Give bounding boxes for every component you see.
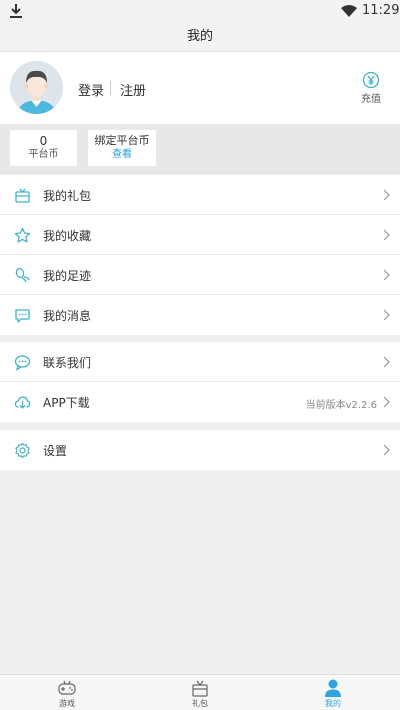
tab-label: 我的 [325, 699, 341, 708]
menu-item-label: 我的消息 [43, 309, 92, 323]
menu-item-settings[interactable]: 设置 [0, 430, 400, 470]
menu-item-label: 我的收藏 [43, 229, 92, 243]
platform-coin-card[interactable]: 0 平台币 [10, 130, 77, 166]
menu-item-app-download[interactable]: APP下载 当前版本v2.2.6 [0, 382, 400, 422]
download-icon [10, 4, 22, 18]
register-link[interactable]: 注册 [120, 80, 146, 99]
menu-item-my-favorites[interactable]: 我的收藏 [0, 215, 400, 255]
platform-coin-value: 0 [39, 134, 48, 148]
menu-item-label: 设置 [43, 444, 68, 458]
platform-coin-label: 平台币 [28, 149, 59, 160]
footprint-icon [15, 267, 30, 283]
tab-label: 游戏 [59, 699, 75, 708]
chat-icon [14, 355, 31, 371]
user-icon [325, 679, 341, 697]
menu-item-my-footprints[interactable]: 我的足迹 [0, 255, 400, 295]
chevron-right-icon [383, 269, 390, 281]
profile-header: 登录 注册 充值 [0, 52, 400, 124]
bound-coin-view-link[interactable]: 查看 [88, 149, 156, 161]
app-version: 当前版本v2.2.6 [305, 400, 377, 411]
status-bar: 11:29 [0, 0, 400, 24]
gamepad-icon [58, 680, 76, 695]
chevron-right-icon [383, 396, 390, 408]
chevron-right-icon [383, 309, 390, 321]
page-title: 我的 [0, 24, 400, 52]
avatar[interactable] [10, 61, 63, 114]
tab-gifts[interactable]: 礼包 [170, 675, 230, 710]
coin-icon [362, 71, 380, 89]
tab-me[interactable]: 我的 [303, 675, 363, 710]
tab-label: 礼包 [192, 699, 208, 708]
chevron-right-icon [383, 444, 390, 456]
wifi-icon [341, 5, 357, 17]
menu-item-label: 联系我们 [43, 356, 92, 370]
login-link[interactable]: 登录 [78, 80, 104, 99]
star-icon [14, 227, 31, 243]
menu-group-support: 联系我们 APP下载 当前版本v2.2.6 [0, 342, 400, 422]
chevron-right-icon [383, 229, 390, 241]
menu-item-label: 我的足迹 [43, 269, 92, 283]
avatar-icon [10, 61, 63, 114]
menu-item-contact-us[interactable]: 联系我们 [0, 342, 400, 382]
tab-games[interactable]: 游戏 [37, 675, 97, 710]
gift-icon [15, 188, 30, 203]
bound-coin-label: 绑定平台币 [94, 134, 150, 147]
gift-box-icon [192, 680, 208, 697]
cloud-download-icon [14, 396, 31, 409]
coin-section: 0 平台币 绑定平台币 查看 [0, 124, 400, 174]
recharge-button[interactable]: 充值 [356, 71, 386, 107]
recharge-label: 充值 [361, 94, 381, 105]
settings-icon [15, 442, 30, 459]
menu-item-my-messages[interactable]: 我的消息 [0, 295, 400, 335]
status-time: 11:29 [362, 3, 400, 18]
chevron-right-icon [383, 356, 390, 368]
chevron-right-icon [383, 189, 390, 201]
menu-group-settings: 设置 [0, 430, 400, 470]
menu-item-label: 我的礼包 [43, 189, 92, 203]
menu-item-my-gifts[interactable]: 我的礼包 [0, 175, 400, 215]
menu-group-personal: 我的礼包 我的收藏 我的足迹 我的消息 [0, 175, 400, 335]
bound-coin-card[interactable]: 绑定平台币 查看 [88, 130, 156, 166]
message-icon [15, 309, 30, 323]
divider [110, 81, 111, 95]
bottom-tab-bar: 游戏 礼包 我的 [0, 674, 400, 710]
menu-item-label: APP下载 [43, 396, 90, 410]
